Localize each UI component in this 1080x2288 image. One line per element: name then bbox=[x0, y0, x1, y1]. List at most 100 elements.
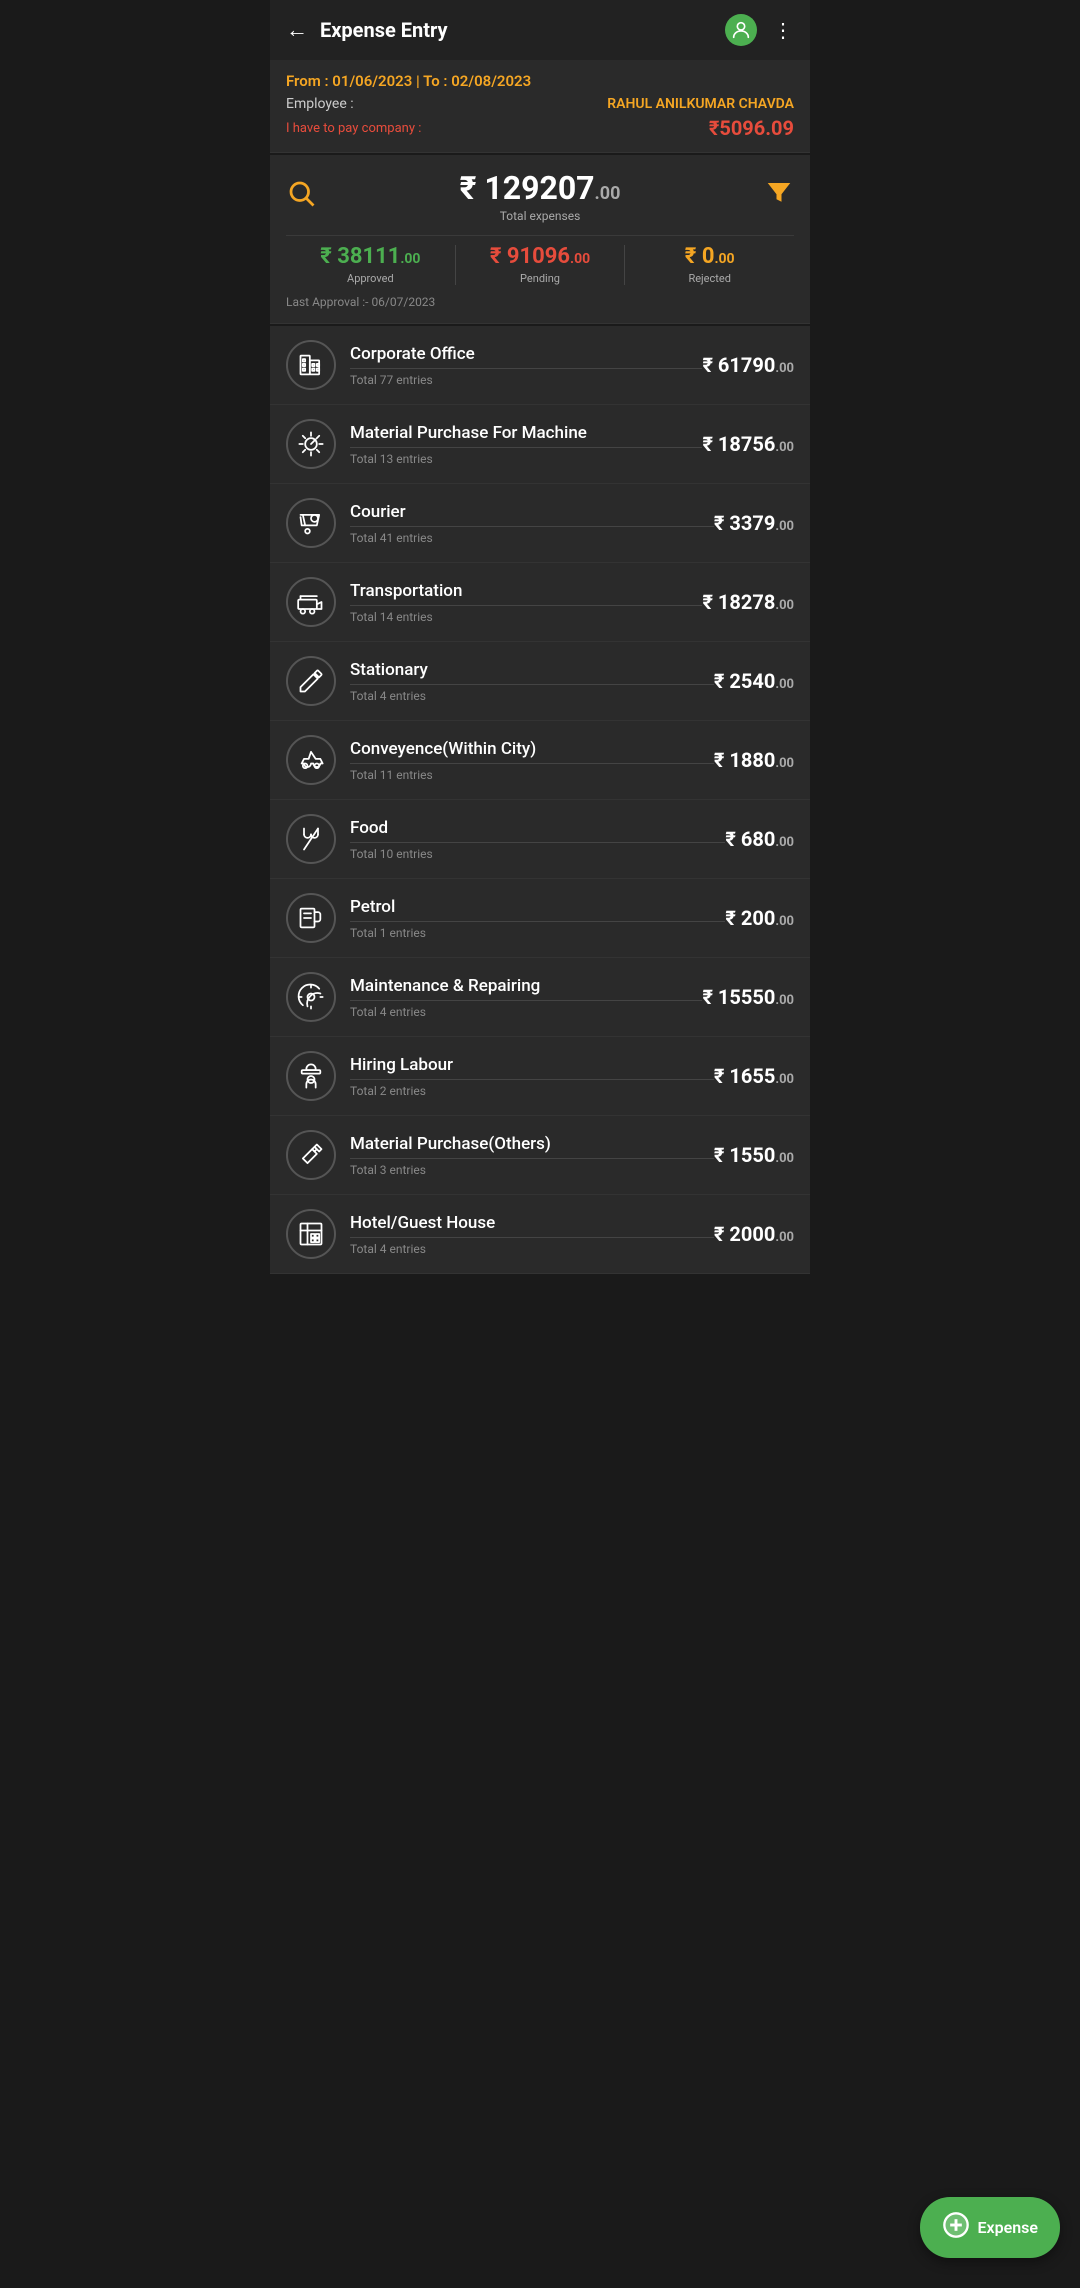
rejected-stat: ₹ 0.00 Rejected bbox=[625, 244, 794, 285]
category-amount: ₹ 1655.00 bbox=[714, 1064, 794, 1088]
pay-label: I have to pay company : bbox=[286, 121, 421, 136]
category-info: Food Total 10 entries bbox=[350, 818, 725, 861]
category-amount: ₹ 61790.00 bbox=[702, 353, 794, 377]
back-button[interactable]: ← bbox=[286, 17, 308, 43]
category-info: Transportation Total 14 entries bbox=[350, 581, 702, 624]
category-info: Hotel/Guest House Total 4 entries bbox=[350, 1213, 714, 1256]
category-entries: Total 13 entries bbox=[350, 447, 702, 466]
category-icon-courier bbox=[286, 498, 336, 548]
category-amount: ₹ 2540.00 bbox=[714, 669, 794, 693]
category-item[interactable]: Petrol Total 1 entries ₹ 200.00 bbox=[270, 879, 810, 958]
avatar-icon[interactable] bbox=[725, 14, 757, 46]
category-list: Corporate Office Total 77 entries ₹ 6179… bbox=[270, 326, 810, 1274]
category-entries: Total 4 entries bbox=[350, 1000, 702, 1019]
category-item[interactable]: Maintenance & Repairing Total 4 entries … bbox=[270, 958, 810, 1037]
category-icon-transport bbox=[286, 577, 336, 627]
category-amount: ₹ 680.00 bbox=[725, 827, 794, 851]
category-icon-labour bbox=[286, 1051, 336, 1101]
category-name: Food bbox=[350, 818, 725, 838]
category-name: Conveyence(Within City) bbox=[350, 739, 714, 759]
category-item[interactable]: Transportation Total 14 entries ₹ 18278.… bbox=[270, 563, 810, 642]
category-entries: Total 1 entries bbox=[350, 921, 725, 940]
category-item[interactable]: Courier Total 41 entries ₹ 3379.00 bbox=[270, 484, 810, 563]
category-amount: ₹ 18756.00 bbox=[702, 432, 794, 456]
header-icons: ⋮ bbox=[725, 14, 794, 46]
approved-label: Approved bbox=[286, 272, 455, 285]
info-banner: From : 01/06/2023 | To : 02/08/2023 Empl… bbox=[270, 60, 810, 153]
category-amount: ₹ 15550.00 bbox=[702, 985, 794, 1009]
category-icon-scooter bbox=[286, 735, 336, 785]
employee-label: Employee : bbox=[286, 96, 354, 112]
category-info: Material Purchase(Others) Total 3 entrie… bbox=[350, 1134, 714, 1177]
category-item[interactable]: Stationary Total 4 entries ₹ 2540.00 bbox=[270, 642, 810, 721]
category-entries: Total 10 entries bbox=[350, 842, 725, 861]
category-entries: Total 41 entries bbox=[350, 526, 714, 545]
category-info: Stationary Total 4 entries bbox=[350, 660, 714, 703]
more-options-button[interactable]: ⋮ bbox=[773, 18, 794, 42]
rejected-label: Rejected bbox=[625, 272, 794, 285]
filter-icon[interactable] bbox=[764, 178, 794, 214]
category-info: Maintenance & Repairing Total 4 entries bbox=[350, 976, 702, 1019]
summary-top: ₹ 129207.00 Total expenses bbox=[286, 169, 794, 223]
category-entries: Total 77 entries bbox=[350, 368, 702, 387]
category-item[interactable]: Material Purchase(Others) Total 3 entrie… bbox=[270, 1116, 810, 1195]
category-name: Corporate Office bbox=[350, 344, 702, 364]
category-item[interactable]: Food Total 10 entries ₹ 680.00 bbox=[270, 800, 810, 879]
category-entries: Total 3 entries bbox=[350, 1158, 714, 1177]
category-icon-petrol bbox=[286, 893, 336, 943]
category-icon-machine bbox=[286, 419, 336, 469]
category-amount: ₹ 200.00 bbox=[725, 906, 794, 930]
category-name: Hotel/Guest House bbox=[350, 1213, 714, 1233]
fab-label: Expense bbox=[978, 2218, 1039, 2237]
summary-bottom: ₹ 38111.00 Approved ₹ 91096.00 Pending ₹… bbox=[286, 235, 794, 285]
category-name: Hiring Labour bbox=[350, 1055, 714, 1075]
category-info: Corporate Office Total 77 entries bbox=[350, 344, 702, 387]
summary-card: ₹ 129207.00 Total expenses ₹ 38111.00 Ap… bbox=[270, 155, 810, 324]
search-icon[interactable] bbox=[286, 178, 316, 214]
category-name: Material Purchase(Others) bbox=[350, 1134, 714, 1154]
category-entries: Total 11 entries bbox=[350, 763, 714, 782]
category-info: Material Purchase For Machine Total 13 e… bbox=[350, 423, 702, 466]
employee-row: Employee : RAHUL ANILKUMAR CHAVDA bbox=[286, 96, 794, 112]
category-icon-food bbox=[286, 814, 336, 864]
category-item[interactable]: Hotel/Guest House Total 4 entries ₹ 2000… bbox=[270, 1195, 810, 1274]
category-name: Maintenance & Repairing bbox=[350, 976, 702, 996]
add-expense-button[interactable]: Expense bbox=[920, 2197, 1061, 2258]
category-amount: ₹ 18278.00 bbox=[702, 590, 794, 614]
category-name: Petrol bbox=[350, 897, 725, 917]
page-title: Expense Entry bbox=[320, 18, 713, 42]
total-amount: ₹ 129207.00 bbox=[316, 169, 764, 207]
category-icon-hotel bbox=[286, 1209, 336, 1259]
category-icon-hammer bbox=[286, 1130, 336, 1180]
app-header: ← Expense Entry ⋮ bbox=[270, 0, 810, 60]
category-amount: ₹ 3379.00 bbox=[714, 511, 794, 535]
category-item[interactable]: Conveyence(Within City) Total 11 entries… bbox=[270, 721, 810, 800]
category-name: Material Purchase For Machine bbox=[350, 423, 702, 443]
category-name: Courier bbox=[350, 502, 714, 522]
category-info: Conveyence(Within City) Total 11 entries bbox=[350, 739, 714, 782]
pay-row: I have to pay company : ₹5096.09 bbox=[286, 116, 794, 140]
category-item[interactable]: Material Purchase For Machine Total 13 e… bbox=[270, 405, 810, 484]
total-amount-block: ₹ 129207.00 Total expenses bbox=[316, 169, 764, 223]
pending-stat: ₹ 91096.00 Pending bbox=[456, 244, 625, 285]
category-entries: Total 2 entries bbox=[350, 1079, 714, 1098]
pay-amount: ₹5096.09 bbox=[709, 116, 794, 140]
category-item[interactable]: Hiring Labour Total 2 entries ₹ 1655.00 bbox=[270, 1037, 810, 1116]
category-name: Transportation bbox=[350, 581, 702, 601]
category-info: Courier Total 41 entries bbox=[350, 502, 714, 545]
employee-name: RAHUL ANILKUMAR CHAVDA bbox=[607, 96, 794, 112]
date-range: From : 01/06/2023 | To : 02/08/2023 bbox=[286, 72, 794, 90]
category-amount: ₹ 2000.00 bbox=[714, 1222, 794, 1246]
total-label: Total expenses bbox=[316, 209, 764, 223]
category-amount: ₹ 1880.00 bbox=[714, 748, 794, 772]
category-amount: ₹ 1550.00 bbox=[714, 1143, 794, 1167]
pending-label: Pending bbox=[456, 272, 625, 285]
category-info: Petrol Total 1 entries bbox=[350, 897, 725, 940]
category-info: Hiring Labour Total 2 entries bbox=[350, 1055, 714, 1098]
category-icon-pencil bbox=[286, 656, 336, 706]
category-item[interactable]: Corporate Office Total 77 entries ₹ 6179… bbox=[270, 326, 810, 405]
add-icon bbox=[942, 2211, 970, 2244]
category-entries: Total 14 entries bbox=[350, 605, 702, 624]
category-entries: Total 4 entries bbox=[350, 684, 714, 703]
category-icon-maintenance bbox=[286, 972, 336, 1022]
